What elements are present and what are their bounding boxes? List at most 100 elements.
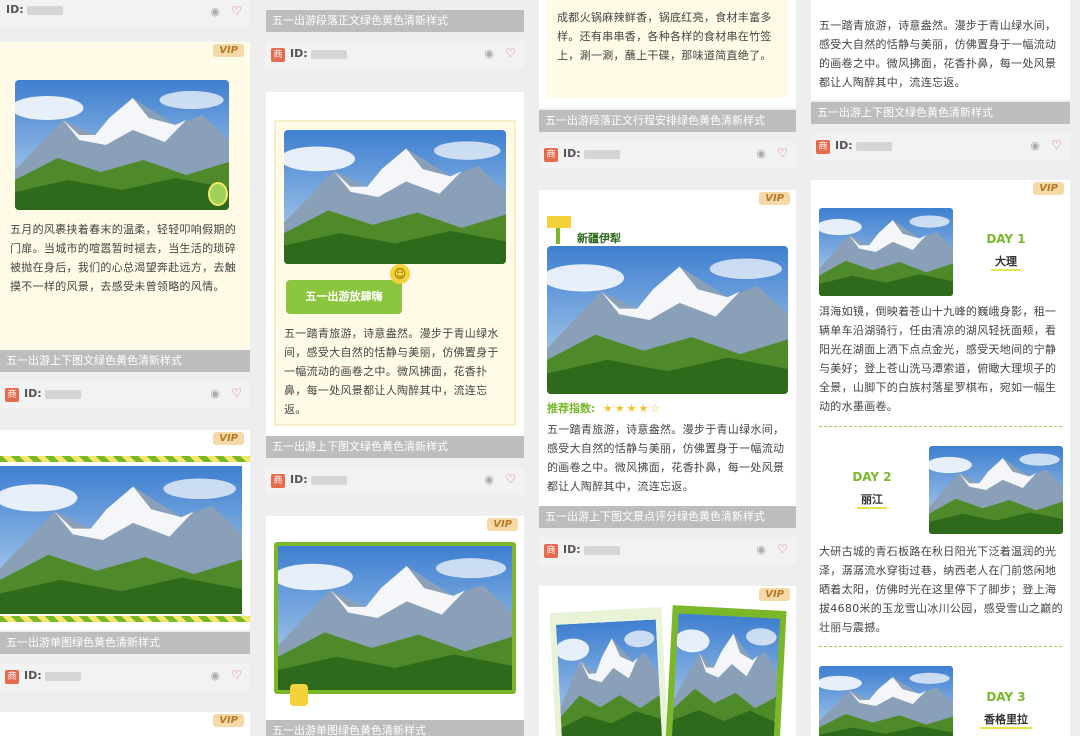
- heart-icon[interactable]: ♡: [777, 146, 788, 160]
- heart-icon[interactable]: ♡: [1051, 138, 1062, 152]
- template-card[interactable]: VIP: [266, 516, 524, 720]
- mountain-image: [929, 446, 1063, 534]
- eye-icon[interactable]: ◉: [756, 147, 766, 160]
- mountain-image: [819, 208, 953, 296]
- template-card[interactable]: VIP: [0, 430, 250, 630]
- vip-badge: VIP: [213, 714, 244, 727]
- template-title[interactable]: 五一出游上下图文绿色黄色清新样式: [811, 102, 1070, 124]
- card-meta: 商 ID: ◉ ♡: [0, 382, 250, 408]
- template-title[interactable]: 五一出游单图绿色黄色清新样式: [266, 720, 524, 736]
- suitcase-icon: [290, 684, 308, 706]
- mountain-image: [556, 619, 662, 736]
- template-id: ID:: [563, 543, 620, 556]
- city-wrap: 香格里拉: [961, 708, 1051, 729]
- shop-logo-icon: 商: [5, 670, 19, 684]
- card-text: 五一踏青旅游，诗意盎然。漫步于青山绿水间，感受大自然的恬静与美丽，仿佛置身于一幅…: [819, 19, 1057, 89]
- rating-stars: ★★★★☆: [602, 402, 663, 415]
- mountain-image: [0, 466, 242, 614]
- shop-logo-icon: 商: [5, 388, 19, 402]
- vip-badge: VIP: [759, 588, 790, 601]
- city-wrap: 丽江: [837, 488, 907, 509]
- heart-icon[interactable]: ♡: [231, 668, 242, 682]
- column-3: 成都火锅麻辣鲜香，锅底红亮，食材丰富多样。还有串串香，各种各样的食材串在竹签上，…: [539, 0, 796, 736]
- template-card[interactable]: VIP DAY 1 大理 洱海如镜，倒映着苍山十九峰的巍峨身影，租一辆单车沿湖骑…: [811, 180, 1070, 736]
- card-text: 五月的风裹挟着春末的温柔，轻轻叩响假期的门扉。当城市的喧嚣暂时褪去，当生活的琐碎…: [10, 223, 236, 293]
- rating-label: 推荐指数:: [547, 402, 596, 415]
- day-label: DAY 1: [986, 232, 1026, 246]
- template-id: ID:: [24, 669, 81, 682]
- day-text: 大研古城的青石板路在秋日阳光下泛着温润的光泽，潺潺流水穿街过巷，纳西老人在门前悠…: [819, 545, 1063, 634]
- sign-pole: [556, 228, 560, 244]
- mountain-image: [819, 666, 953, 736]
- template-title[interactable]: 五一出游段落正文行程安排绿色黄色清新样式: [539, 110, 796, 132]
- template-card[interactable]: VIP 新疆伊犁 推荐指数: ★★★★☆ 五一踏青旅游，诗意盎然。漫步于青山绿水…: [539, 190, 796, 506]
- divider: [819, 646, 1062, 647]
- eye-icon[interactable]: ◉: [1030, 139, 1040, 152]
- card-text: 五一踏青旅游，诗意盎然。漫步于青山绿水间，感受大自然的恬静与美丽，仿佛置身于一幅…: [284, 327, 499, 416]
- mountain-image: [284, 130, 506, 264]
- template-id: ID:: [24, 387, 81, 400]
- template-title[interactable]: 五一出游上下图文绿色黄色清新样式: [266, 436, 524, 458]
- template-id: ID:: [290, 473, 347, 486]
- card-meta: 商 ID: ◉ ♡: [539, 142, 796, 168]
- shop-logo-icon: 商: [271, 474, 285, 488]
- card-meta: 商 ID: ◉ ♡: [266, 42, 524, 68]
- eye-icon[interactable]: ◉: [484, 47, 494, 60]
- card-text: 五一踏青旅游，诗意盎然。漫步于青山绿水间，感受大自然的恬静与美丽，仿佛置身于一幅…: [547, 423, 785, 493]
- template-title[interactable]: 五一出游上下图文景点评分绿色黄色清新样式: [539, 506, 796, 528]
- template-card[interactable]: 五一踏青旅游，诗意盎然。漫步于青山绿水间，感受大自然的恬静与美丽，仿佛置身于一幅…: [811, 0, 1070, 100]
- eye-icon[interactable]: ◉: [210, 5, 220, 18]
- eye-icon[interactable]: ◉: [484, 473, 494, 486]
- city-label: 大理: [991, 253, 1021, 271]
- shop-logo-icon: 商: [816, 140, 830, 154]
- day-label: DAY 2: [852, 470, 892, 484]
- card-meta: ID: ◉ ♡: [0, 0, 250, 26]
- template-card[interactable]: 成都火锅麻辣鲜香，锅底红亮，食材丰富多样。还有串串香，各种各样的食材串在竹签上，…: [539, 0, 796, 108]
- card-meta: 商 ID: ◉ ♡: [0, 664, 250, 690]
- rating-row: 推荐指数: ★★★★☆: [547, 400, 662, 416]
- template-card[interactable]: VIP 五月的风裹挟着春末的温柔，轻轻叩响假期的门扉。当城市的喧嚣暂时褪去，当生…: [0, 42, 250, 350]
- city-wrap: 大理: [971, 250, 1041, 271]
- vip-badge: VIP: [1033, 182, 1064, 195]
- column-2: 五一出游段落正文绿色黄色清新样式 商 ID: ◉ ♡ 五一出游放肆嗨 ☺ 五一踏…: [266, 0, 524, 736]
- stripe-border: [0, 616, 250, 622]
- day-label: DAY 3: [986, 690, 1026, 704]
- vip-badge: VIP: [487, 518, 518, 531]
- template-id: ID:: [563, 147, 620, 160]
- eye-icon[interactable]: ◉: [210, 669, 220, 682]
- day-text: 洱海如镜，倒映着苍山十九峰的巍峨身影，租一辆单车沿湖骑行，任由清凉的湖风轻抚面颊…: [819, 305, 1057, 413]
- divider: [819, 426, 1062, 427]
- template-title[interactable]: 五一出游上下图文绿色黄色清新样式: [0, 350, 250, 372]
- column-1: ID: ◉ ♡ VIP 五月的风裹挟着春末的温柔，轻轻叩响假期的门扉。当城市的喧…: [0, 0, 250, 736]
- card-text: 成都火锅麻辣鲜香，锅底红亮，食材丰富多样。还有串串香，各种各样的食材串在竹签上，…: [557, 11, 772, 62]
- eye-icon[interactable]: ◉: [210, 387, 220, 400]
- heart-icon[interactable]: ♡: [231, 386, 242, 400]
- banner: 五一出游放肆嗨: [286, 280, 402, 314]
- heart-icon[interactable]: ♡: [231, 4, 242, 18]
- card-meta: 商 ID: ◉ ♡: [539, 538, 796, 564]
- shop-logo-icon: 商: [544, 148, 558, 162]
- vip-badge: VIP: [759, 192, 790, 205]
- city-label: 香格里拉: [980, 711, 1032, 729]
- card-meta: 商 ID: ◉ ♡: [811, 134, 1070, 160]
- heart-icon[interactable]: ♡: [777, 542, 788, 556]
- smiley-icon: ☺: [390, 264, 410, 284]
- mountain-image: [15, 80, 229, 210]
- template-card[interactable]: 五一出游放肆嗨 ☺ 五一踏青旅游，诗意盎然。漫步于青山绿水间，感受大自然的恬静与…: [266, 92, 524, 436]
- balloon-icon: [208, 182, 228, 206]
- mountain-image: [278, 546, 512, 690]
- template-id: ID:: [835, 139, 892, 152]
- eye-icon[interactable]: ◉: [756, 543, 766, 556]
- heart-icon[interactable]: ♡: [505, 46, 516, 60]
- template-title[interactable]: 五一出游段落正文绿色黄色清新样式: [266, 10, 524, 32]
- heart-icon[interactable]: ♡: [505, 472, 516, 486]
- template-id: ID:: [6, 3, 63, 16]
- place-label: 新疆伊犁: [577, 232, 621, 245]
- template-title[interactable]: 五一出游单图绿色黄色清新样式: [0, 632, 250, 654]
- city-label: 丽江: [857, 491, 887, 509]
- template-card[interactable]: VIP: [539, 586, 796, 736]
- template-id: ID:: [290, 47, 347, 60]
- vip-badge: VIP: [213, 432, 244, 445]
- stripe-border: [0, 456, 250, 462]
- template-card[interactable]: VIP: [0, 712, 250, 736]
